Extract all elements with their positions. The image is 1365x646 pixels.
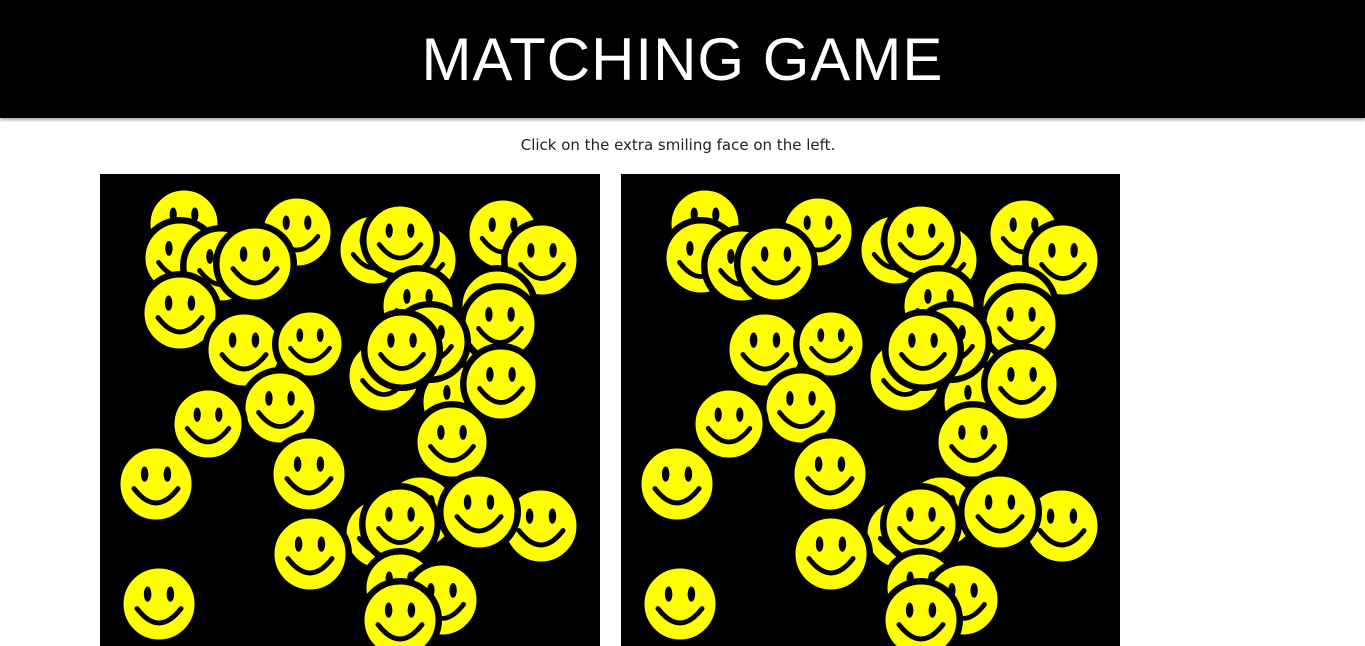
right-smiley-face-icon — [638, 562, 722, 646]
right-smiley-face-icon — [882, 309, 964, 391]
left-smiley-face-icon[interactable] — [361, 309, 443, 391]
left-smiley-face-icon[interactable] — [114, 442, 198, 526]
right-smiley-face-icon — [788, 432, 872, 516]
page-title: MATCHING GAME — [421, 26, 944, 93]
left-board-canvas[interactable] — [100, 174, 600, 646]
left-smiley-face-icon[interactable] — [117, 562, 201, 646]
left-smiley-face-icon[interactable] — [213, 222, 297, 306]
header-bar: MATCHING GAME — [0, 0, 1365, 118]
right-smiley-face-icon — [789, 512, 873, 596]
right-smiley-face-icon — [734, 222, 818, 306]
left-board[interactable] — [100, 174, 600, 646]
right-board-canvas — [635, 184, 1104, 646]
left-smiley-face-icon[interactable] — [267, 432, 351, 516]
left-smiley-face-icon[interactable] — [268, 512, 352, 596]
instructions-text: Click on the extra smiling face on the l… — [520, 136, 836, 154]
right-board — [621, 174, 1120, 646]
right-smiley-face-icon — [958, 470, 1042, 554]
left-smiley-face-icon[interactable] — [437, 470, 521, 554]
right-smiley-face-icon — [635, 442, 719, 526]
